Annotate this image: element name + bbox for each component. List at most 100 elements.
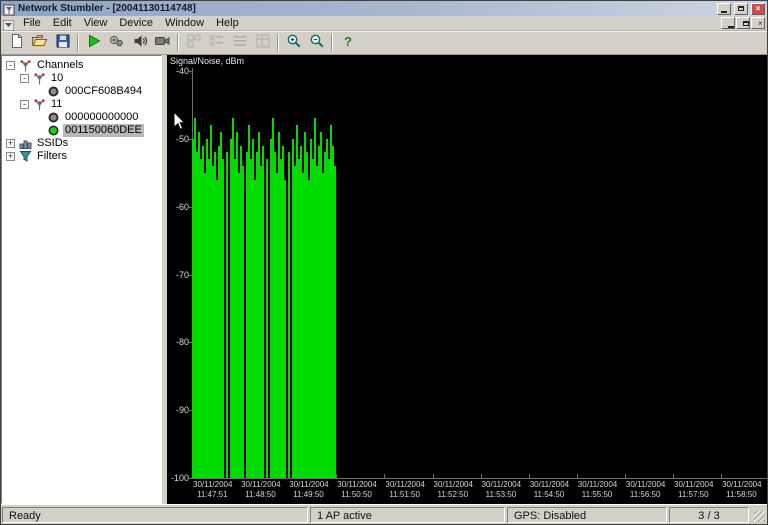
small-icons-view-button [205, 33, 228, 54]
y-tick-mark [188, 478, 192, 479]
help-icon: ? [340, 33, 356, 54]
menu-help[interactable]: Help [210, 16, 245, 31]
mdi-child-icon [3, 18, 14, 29]
mdi-restore-button[interactable] [736, 17, 750, 29]
auto-reconfigure-icon [108, 33, 125, 54]
tree-item-ssids[interactable]: + SSIDs [2, 137, 161, 150]
enable-scan-button[interactable] [82, 33, 105, 54]
zoom-out-button[interactable] [305, 33, 328, 54]
open-folder-icon [31, 33, 48, 54]
tree-item-label: Channels [35, 59, 85, 72]
signal-bar [222, 159, 224, 478]
menu-device[interactable]: Device [113, 16, 159, 31]
signal-bar [242, 166, 244, 478]
new-document-button[interactable] [5, 33, 28, 54]
open-folder-button[interactable] [28, 33, 51, 54]
x-tick-label: 30/11/200411:57:50 [674, 480, 724, 500]
minimize-button[interactable] [717, 3, 731, 15]
signal-bar [262, 146, 264, 478]
x-tick-date: 30/11/2004 [385, 480, 435, 490]
x-tick-time: 11:54:50 [530, 490, 580, 500]
signal-noise-graph: Signal/Noise, dBm -40-50-60-70-80-90-100… [167, 55, 767, 504]
x-tick-date: 30/11/2004 [482, 480, 532, 490]
speaker-button[interactable] [128, 33, 151, 54]
x-tick-label: 30/11/200411:50:50 [337, 480, 387, 500]
x-tick-date: 30/11/2004 [337, 480, 387, 490]
x-tick-mark [529, 474, 530, 478]
mdi-close-icon: × [758, 19, 763, 28]
x-tick-date: 30/11/2004 [193, 480, 243, 490]
tree-item-10[interactable]: - 10 [2, 72, 161, 85]
zoom-in-button[interactable] [282, 33, 305, 54]
close-icon: × [756, 4, 761, 13]
capture-device-icon [154, 33, 171, 54]
x-tick-label: 30/11/200411:56:50 [626, 480, 676, 500]
signal-bar [288, 152, 290, 478]
x-tick-label: 30/11/200411:48:50 [241, 480, 291, 500]
x-axis [192, 478, 767, 479]
ap-green-icon [46, 124, 60, 137]
mdi-close-button[interactable]: × [751, 17, 765, 29]
status-bar: Ready 1 AP active GPS: Disabled 3 / 3 [1, 504, 767, 524]
expand-toggle[interactable]: + [6, 139, 15, 148]
x-tick-time: 11:57:50 [674, 490, 724, 500]
y-tick-label: -80 [167, 337, 190, 347]
x-tick-date: 30/11/2004 [289, 480, 339, 490]
collapse-toggle[interactable]: - [20, 74, 29, 83]
auto-reconfigure-button[interactable] [105, 33, 128, 54]
tree-item-001150060dee[interactable]: 001150060DEE [2, 124, 161, 137]
window-title: Network Stumbler - [20041130114748] [18, 1, 714, 16]
collapse-toggle[interactable]: - [6, 61, 15, 70]
x-tick-time: 11:51:50 [385, 490, 435, 500]
tree-item-11[interactable]: -11 [2, 98, 161, 111]
help-button[interactable]: ? [336, 33, 359, 54]
antenna-icon [32, 98, 46, 111]
signal-bar [284, 180, 286, 478]
mdi-minimize-button[interactable] [721, 17, 735, 29]
app-icon [3, 3, 15, 15]
menu-edit[interactable]: Edit [47, 16, 78, 31]
x-tick-mark [433, 474, 434, 478]
channel-tree-panel: -Channels-10000CF608B494-110000000000000… [1, 55, 162, 504]
speaker-icon [132, 33, 148, 54]
title-bar: Network Stumbler - [20041130114748] × [1, 1, 767, 16]
y-tick-label: -90 [167, 405, 190, 415]
ssids-icon [18, 137, 32, 150]
menu-window[interactable]: Window [159, 16, 210, 31]
mdi-minimize-icon [728, 26, 734, 28]
tree-item-channels[interactable]: - Channels [2, 59, 161, 72]
x-tick-label: 30/11/200411:54:50 [530, 480, 580, 500]
capture-device-button[interactable] [151, 33, 174, 54]
menu-file[interactable]: File [17, 16, 47, 31]
tree-item-filters[interactable]: +Filters [2, 150, 161, 163]
zoom-in-icon [286, 33, 302, 54]
tree-item-label: 10 [49, 72, 65, 85]
tree-item-000000000000[interactable]: 000000000000 [2, 111, 161, 124]
menu-view[interactable]: View [78, 16, 114, 31]
small-icons-view-icon [209, 33, 225, 54]
save-button[interactable] [51, 33, 74, 54]
x-tick-mark [384, 474, 385, 478]
tree-item-label: SSIDs [35, 137, 70, 150]
x-tick-time: 11:52:50 [434, 490, 484, 500]
signal-bar [334, 166, 336, 478]
x-tick-date: 30/11/2004 [578, 480, 628, 490]
x-tick-time: 11:55:50 [578, 490, 628, 500]
x-tick-label: 30/11/200411:53:50 [482, 480, 532, 500]
x-tick-date: 30/11/2004 [722, 480, 767, 490]
restore-button[interactable] [734, 3, 748, 15]
x-tick-mark [721, 474, 722, 478]
x-tick-date: 30/11/2004 [674, 480, 724, 490]
x-tick-label: 30/11/200411:52:50 [434, 480, 484, 500]
details-view-icon [255, 33, 271, 54]
tree-item-000cf608b494[interactable]: 000CF608B494 [2, 85, 161, 98]
new-document-icon [9, 33, 25, 54]
ap-gray-icon [46, 111, 60, 124]
y-tick-label: -100 [167, 473, 190, 483]
resize-grip[interactable] [751, 507, 766, 523]
close-button[interactable]: × [751, 3, 765, 15]
collapse-toggle[interactable]: - [20, 100, 29, 109]
expand-toggle[interactable]: + [6, 152, 15, 161]
status-ap-active: 1 AP active [310, 507, 505, 523]
x-tick-label: 30/11/200411:47:51 [193, 480, 243, 500]
